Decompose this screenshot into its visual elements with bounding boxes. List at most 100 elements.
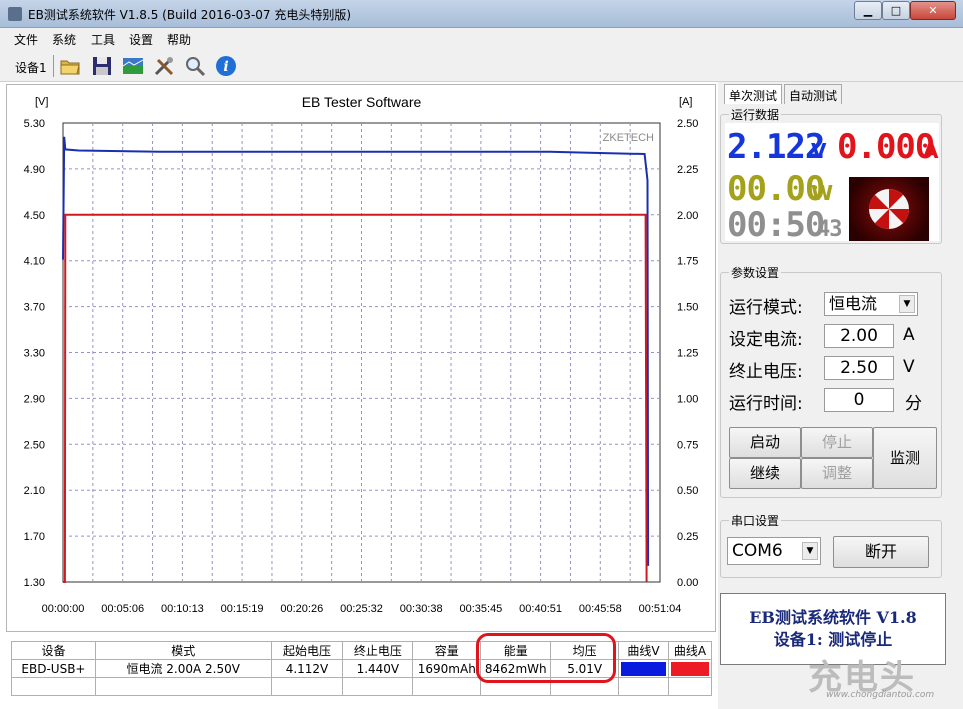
start-button[interactable]: 启动 (729, 427, 801, 458)
x-tick-label: 00:10:13 (161, 603, 204, 615)
y-right-tick-label: 2.25 (677, 164, 698, 176)
voltage-unit: V (811, 139, 827, 163)
voltage-readout: 2.122 (727, 127, 825, 167)
chart-panel: EB Tester Software [V] [A] 5.30 2.50 4.90 2.25… (6, 84, 716, 632)
x-tick-label: 00:20:26 (280, 603, 323, 615)
runtime-input[interactable]: 0 (824, 388, 894, 412)
menu-tools[interactable]: 工具 (91, 31, 115, 48)
menu-settings[interactable]: 设置 (129, 31, 153, 48)
x-tick-label: 00:40:51 (519, 603, 562, 615)
col-device: 设备 (11, 641, 96, 660)
y-right-tick-label: 0.50 (677, 485, 698, 497)
chart-icon[interactable] (121, 54, 145, 78)
serial-settings-group: 串口设置 COM6 ▼ 断开 (720, 512, 942, 578)
set-current-input[interactable]: 2.00 (824, 324, 894, 348)
y-left-axis-label: [V] (35, 96, 48, 108)
x-tick-label: 00:15:19 (221, 603, 264, 615)
col-avg-voltage: 均压 (550, 641, 620, 660)
col-mode: 模式 (94, 641, 272, 660)
watermark-url: www.chongdiantou.com (826, 690, 935, 700)
cell-start-voltage: 4.112V (270, 659, 344, 678)
device-selector[interactable]: 设备1 (15, 59, 47, 76)
menu-system[interactable]: 系统 (52, 31, 76, 48)
close-button[interactable]: ✕ (910, 1, 956, 20)
chart-title: EB Tester Software (302, 94, 422, 110)
elapsed-time-readout: 00:50 (727, 205, 825, 245)
cell-curve-a[interactable] (667, 659, 713, 678)
menu-bar: 文件 系统 工具 设置 帮助 (0, 28, 963, 50)
runtime-unit: 分 (905, 394, 922, 414)
current-readout: 0.000 (837, 127, 935, 167)
table-row[interactable]: EBD-USB+ 恒电流 2.00A 2.50V 4.112V 1.440V 1… (11, 659, 713, 678)
mode-select-value: 恒电流 (829, 294, 878, 313)
x-tick-label: 00:35:45 (459, 603, 502, 615)
menu-help[interactable]: 帮助 (167, 31, 191, 48)
mode-select[interactable]: 恒电流 ▼ (824, 292, 918, 316)
power-readout: 00.00 (727, 169, 825, 209)
tools-icon[interactable] (152, 54, 176, 78)
disconnect-button[interactable]: 断开 (833, 536, 929, 568)
com-port-select[interactable]: COM6 ▼ (727, 537, 821, 565)
y-left-tick-label: 5.30 (24, 118, 45, 130)
param-settings-title: 参数设置 (729, 264, 782, 281)
y-right-tick-label: 2.50 (677, 118, 698, 130)
curve-v-swatch (621, 661, 666, 676)
save-icon[interactable] (90, 54, 114, 78)
y-left-tick-label: 4.50 (24, 210, 45, 222)
cell-end-voltage: 1.440V (342, 659, 414, 678)
y-left-tick-label: 1.70 (24, 531, 45, 543)
power-unit: W (811, 181, 834, 205)
stop-button[interactable]: 停止 (801, 427, 873, 458)
chart-brand-label: ZKETECH (603, 132, 654, 144)
x-tick-label: 00:45:58 (579, 603, 622, 615)
set-current-unit: A (903, 325, 915, 345)
tab-auto-test[interactable]: 自动测试 (784, 84, 843, 104)
menu-file[interactable]: 文件 (14, 31, 38, 48)
table-header-row: 设备 模式 起始电压 终止电压 容量 能量 均压 曲线V 曲线A (11, 641, 713, 660)
col-energy: 能量 (480, 641, 552, 660)
y-right-tick-label: 1.50 (677, 302, 698, 314)
y-left-tick-label: 2.50 (24, 439, 45, 451)
mode-label: 运行模式: (729, 298, 803, 318)
y-right-tick-label: 0.75 (677, 439, 698, 451)
y-left-tick-label: 2.90 (24, 393, 45, 405)
x-tick-label: 00:05:06 (101, 603, 144, 615)
cell-mode: 恒电流 2.00A 2.50V (94, 659, 272, 678)
running-display: 2.122 V 0.000 A 00.00 W 00:50 43 (725, 123, 939, 245)
y-right-tick-label: 0.25 (677, 531, 698, 543)
table-row-empty (11, 677, 713, 696)
cutoff-voltage-input[interactable]: 2.50 (824, 356, 894, 380)
maximize-button[interactable]: □ (882, 1, 910, 20)
continue-button[interactable]: 继续 (729, 458, 801, 489)
voltage-current-chart: EB Tester Software [V] [A] 5.30 2.50 4.90 2.25… (24, 94, 699, 615)
y-left-tick-label: 3.70 (24, 302, 45, 314)
chevron-down-icon[interactable]: ▼ (802, 542, 818, 560)
y-left-tick-label: 1.30 (24, 577, 45, 589)
cutoff-voltage-unit: V (903, 357, 915, 377)
running-data-group: 运行数据 2.122 V 0.000 A 00.00 W 00:50 43 (720, 106, 942, 245)
minimize-button[interactable]: ▁ (854, 1, 882, 20)
set-current-label: 设定电流: (729, 330, 803, 350)
cell-curve-v[interactable] (618, 659, 669, 678)
runtime-label: 运行时间: (729, 394, 803, 414)
chevron-down-icon[interactable]: ▼ (899, 295, 915, 313)
col-capacity: 容量 (412, 641, 482, 660)
y-left-tick-label: 3.30 (24, 348, 45, 360)
x-tick-label: 00:51:04 (639, 603, 682, 615)
cell-capacity: 1690mAh (412, 659, 482, 678)
folder-icon[interactable] (58, 54, 82, 78)
y-right-tick-label: 1.75 (677, 256, 698, 268)
running-data-title: 运行数据 (729, 106, 782, 123)
result-table: 设备 模式 起始电压 终止电压 容量 能量 均压 曲线V 曲线A EBD-USB… (11, 641, 713, 696)
info-icon[interactable]: i (214, 54, 238, 78)
y-left-tick-label: 4.90 (24, 164, 45, 176)
monitor-button[interactable]: 监测 (873, 427, 937, 489)
adjust-button[interactable]: 调整 (801, 458, 873, 489)
cell-avg-voltage: 5.01V (550, 659, 620, 678)
search-icon[interactable] (183, 54, 207, 78)
status-device-state: 设备1: 测试停止 (773, 630, 893, 649)
y-right-axis-label: [A] (679, 96, 692, 108)
toolbar-separator (53, 55, 54, 77)
tab-single-test[interactable]: 单次测试 (724, 84, 783, 104)
y-right-tick-label: 2.00 (677, 210, 698, 222)
